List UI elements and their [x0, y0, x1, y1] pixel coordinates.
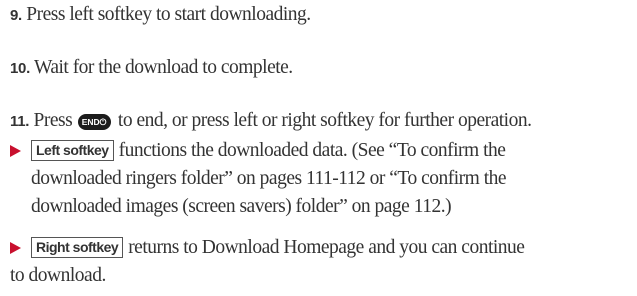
bullet-text: functions the downloaded data. (See “To …: [118, 140, 506, 161]
manual-page: 9. Press left softkey to start downloadi…: [0, 0, 637, 296]
bullet-left-softkey-line-3: downloaded images (screen savers) folder…: [31, 195, 452, 219]
step-text: Press left softkey to start downloading.: [26, 4, 311, 25]
step-number: 9.: [10, 7, 22, 24]
bullet-left-softkey-line-2: downloaded ringers folder” on pages 111-…: [31, 167, 507, 191]
arrow-bullet-icon: [10, 145, 21, 157]
step-text-pre: Press: [33, 110, 73, 131]
bullet-right-softkey-line-2: to download.: [10, 264, 106, 288]
bullet-right-softkey-line-1: Right softkey returns to Download Homepag…: [31, 236, 525, 260]
bullet-left-softkey-line-1: Left softkey functions the downloaded dat…: [31, 139, 506, 163]
bullet-text: downloaded ringers folder” on pages 111-…: [31, 168, 507, 189]
step-text-post: to end, or press left or right softkey f…: [117, 110, 532, 131]
step-10: 10. Wait for the download to complete.: [10, 56, 293, 81]
step-text: Wait for the download to complete.: [33, 57, 293, 78]
right-softkey-label: Right softkey: [31, 237, 124, 258]
step-number: 11.: [10, 113, 30, 130]
step-11: 11. Press END⏻ to end, or press left or …: [10, 109, 532, 134]
step-9: 9. Press left softkey to start downloadi…: [10, 3, 311, 28]
bullet-text: to download.: [10, 265, 106, 286]
bullet-text: returns to Download Homepage and you can…: [128, 237, 525, 258]
arrow-bullet-icon: [10, 242, 21, 254]
left-softkey-label: Left softkey: [31, 140, 114, 161]
bullet-text: downloaded images (screen savers) folder…: [31, 196, 452, 217]
end-key-icon: END⏻: [77, 114, 111, 130]
step-number: 10.: [10, 60, 30, 77]
